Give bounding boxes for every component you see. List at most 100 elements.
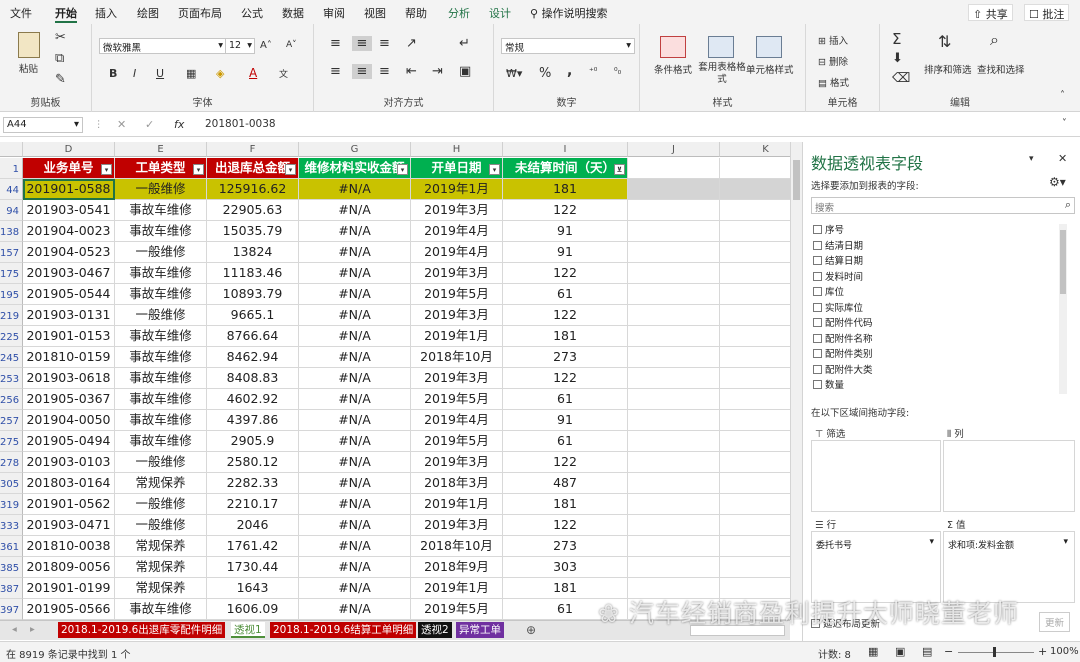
- table-cell[interactable]: 181: [503, 494, 628, 515]
- row-header[interactable]: 138: [0, 221, 23, 242]
- row-header[interactable]: 387: [0, 578, 23, 599]
- table-cell[interactable]: 2019年5月: [411, 599, 503, 620]
- table-cell[interactable]: 125916.62: [207, 179, 299, 200]
- chevron-down-icon[interactable]: ▾: [929, 537, 934, 547]
- tab-view[interactable]: 视图: [364, 5, 386, 23]
- row-header[interactable]: 361: [0, 536, 23, 557]
- pane-options-icon[interactable]: ▾: [1029, 154, 1034, 164]
- table-cell[interactable]: 2046: [207, 515, 299, 536]
- table-cell[interactable]: #N/A: [299, 515, 411, 536]
- table-cell[interactable]: 61: [503, 389, 628, 410]
- table-cell[interactable]: 201903-0541: [23, 200, 115, 221]
- table-cell[interactable]: 122: [503, 263, 628, 284]
- row-header[interactable]: 305: [0, 473, 23, 494]
- table-cell[interactable]: 201903-0618: [23, 368, 115, 389]
- table-cell[interactable]: #N/A: [299, 536, 411, 557]
- row-header[interactable]: 157: [0, 242, 23, 263]
- row-header[interactable]: 175: [0, 263, 23, 284]
- header-cell[interactable]: 开单日期 ▾: [411, 158, 503, 179]
- empty-cell[interactable]: [720, 200, 790, 221]
- table-cell[interactable]: 2905.9: [207, 431, 299, 452]
- pivot-field-item[interactable]: 库位: [813, 284, 844, 299]
- filter-dropdown-icon[interactable]: ▾: [397, 164, 408, 175]
- empty-cell[interactable]: [628, 494, 720, 515]
- name-box[interactable]: A44 ▾: [3, 117, 83, 133]
- table-cell[interactable]: 201901-0588: [23, 179, 115, 200]
- paste-icon[interactable]: [18, 32, 40, 58]
- empty-cell[interactable]: [628, 431, 720, 452]
- row-header[interactable]: 219: [0, 305, 23, 326]
- table-cell[interactable]: 8408.83: [207, 368, 299, 389]
- pivot-field-item[interactable]: 结算日期: [813, 253, 863, 268]
- row-header[interactable]: 253: [0, 368, 23, 389]
- format-painter-icon[interactable]: ✎: [55, 72, 66, 87]
- empty-cell[interactable]: [628, 263, 720, 284]
- table-cell[interactable]: 2019年4月: [411, 410, 503, 431]
- align-right-icon[interactable]: ≡: [379, 64, 390, 79]
- empty-cell[interactable]: [628, 557, 720, 578]
- tell-me-search[interactable]: ⚲ 操作说明搜索: [530, 5, 608, 23]
- table-cell[interactable]: 常规保养: [115, 557, 207, 578]
- align-center-icon[interactable]: ≡: [352, 64, 372, 79]
- normal-view-icon[interactable]: ▦: [868, 645, 878, 658]
- scrollbar-thumb[interactable]: [793, 160, 800, 200]
- percent-button[interactable]: %: [539, 66, 551, 81]
- table-cell[interactable]: 13824: [207, 242, 299, 263]
- close-icon[interactable]: ✕: [1058, 152, 1067, 165]
- table-cell[interactable]: 201901-0562: [23, 494, 115, 515]
- row-header[interactable]: 195: [0, 284, 23, 305]
- table-cell[interactable]: 事故车维修: [115, 221, 207, 242]
- clear-icon[interactable]: ⌫: [892, 71, 910, 86]
- table-cell[interactable]: 事故车维修: [115, 410, 207, 431]
- table-cell[interactable]: 201905-0494: [23, 431, 115, 452]
- empty-cell[interactable]: [720, 221, 790, 242]
- table-cell[interactable]: 事故车维修: [115, 284, 207, 305]
- comments-button[interactable]: ☐ 批注: [1024, 4, 1070, 21]
- pivot-field-item[interactable]: 发料时间: [813, 269, 863, 284]
- table-cell[interactable]: 事故车维修: [115, 263, 207, 284]
- filter-dropdown-icon[interactable]: ▾: [101, 164, 112, 175]
- empty-cell[interactable]: [720, 431, 790, 452]
- header-cell[interactable]: 维修材料实收金额 ▾: [299, 158, 411, 179]
- new-sheet-icon[interactable]: ⊕: [526, 623, 536, 637]
- sheet-tab[interactable]: 异常工单: [456, 622, 504, 638]
- empty-cell[interactable]: [720, 347, 790, 368]
- pivot-field-item[interactable]: 配附件名称: [813, 331, 873, 346]
- table-cell[interactable]: #N/A: [299, 263, 411, 284]
- table-cell[interactable]: 事故车维修: [115, 599, 207, 620]
- collapse-ribbon-icon[interactable]: ˄: [1060, 90, 1065, 101]
- table-cell[interactable]: 2019年1月: [411, 494, 503, 515]
- empty-cell[interactable]: [628, 473, 720, 494]
- checkbox-icon[interactable]: [813, 318, 822, 327]
- empty-cell[interactable]: [628, 200, 720, 221]
- table-cell[interactable]: 303: [503, 557, 628, 578]
- table-cell[interactable]: 事故车维修: [115, 431, 207, 452]
- empty-cell[interactable]: [720, 473, 790, 494]
- empty-cell[interactable]: [628, 452, 720, 473]
- values-zone[interactable]: 求和项:发料金额 ▾: [943, 531, 1075, 603]
- tab-page-layout[interactable]: 页面布局: [178, 5, 222, 23]
- column-header-i[interactable]: I: [503, 142, 628, 157]
- header-cell[interactable]: 业务单号 ▾: [23, 158, 115, 179]
- row-header[interactable]: 385: [0, 557, 23, 578]
- header-cell[interactable]: 未结算时间（天） ⊻: [503, 158, 628, 179]
- table-cell[interactable]: 2019年3月: [411, 305, 503, 326]
- border-icon[interactable]: ▦: [186, 67, 196, 80]
- table-cell[interactable]: 201903-0471: [23, 515, 115, 536]
- header-cell[interactable]: 工单类型 ▾: [115, 158, 207, 179]
- empty-cell[interactable]: [628, 242, 720, 263]
- format-cells-button[interactable]: ▤ 格式: [818, 75, 849, 89]
- align-left-icon[interactable]: ≡: [330, 64, 341, 79]
- table-cell[interactable]: 8766.64: [207, 326, 299, 347]
- filter-dropdown-icon[interactable]: ▾: [193, 164, 204, 175]
- column-header-f[interactable]: F: [207, 142, 299, 157]
- table-cell[interactable]: 201904-0523: [23, 242, 115, 263]
- prev-sheet-icon[interactable]: ◂: [12, 624, 17, 635]
- increase-indent-icon[interactable]: ⇥: [432, 64, 443, 79]
- empty-cell[interactable]: [720, 494, 790, 515]
- row-header[interactable]: 397: [0, 599, 23, 620]
- table-cell[interactable]: 1730.44: [207, 557, 299, 578]
- table-cell[interactable]: #N/A: [299, 179, 411, 200]
- table-cell[interactable]: 4397.86: [207, 410, 299, 431]
- pivot-field-item[interactable]: 数量: [813, 377, 844, 392]
